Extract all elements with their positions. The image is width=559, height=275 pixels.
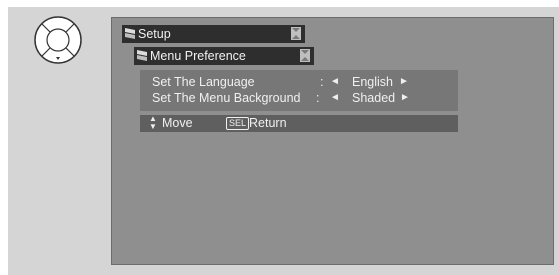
right-arrow-icon[interactable]: ► — [400, 90, 410, 106]
setting-label: Set The Language — [152, 75, 255, 89]
up-down-arrow-icon: ▲ ▼ — [149, 114, 157, 131]
flag-icon — [137, 50, 147, 61]
left-arrow-icon[interactable]: ◄ — [330, 74, 340, 90]
left-arrow-icon[interactable]: ◄ — [330, 90, 340, 106]
menu-end-icon — [300, 49, 310, 62]
setting-label: Set The Menu Background — [152, 91, 301, 105]
separator: : — [320, 75, 324, 89]
setting-value: English — [352, 75, 393, 89]
right-arrow-icon[interactable]: ► — [399, 74, 409, 90]
sel-key-icon: SEL — [226, 117, 250, 130]
menu-preference-title: Menu Preference — [150, 49, 246, 63]
navigation-hint-bar: ▲ ▼ Move SEL Return — [140, 115, 458, 132]
setup-menu-title-bar[interactable]: Setup — [122, 25, 305, 43]
settings-panel: Set The Language : ◄ English ► Set The M… — [140, 70, 458, 111]
menu-end-icon — [291, 27, 301, 40]
tv-screen: Setup Menu Preference Set The Language :… — [111, 17, 554, 265]
return-hint: Return — [249, 116, 287, 130]
move-hint: Move — [162, 116, 193, 130]
setup-title: Setup — [138, 27, 171, 41]
flag-icon — [125, 28, 135, 39]
setting-value: Shaded — [352, 91, 396, 105]
menu-preference-title-bar[interactable]: Menu Preference — [134, 47, 314, 65]
separator: : — [316, 91, 320, 105]
dpad-icon — [33, 15, 83, 65]
